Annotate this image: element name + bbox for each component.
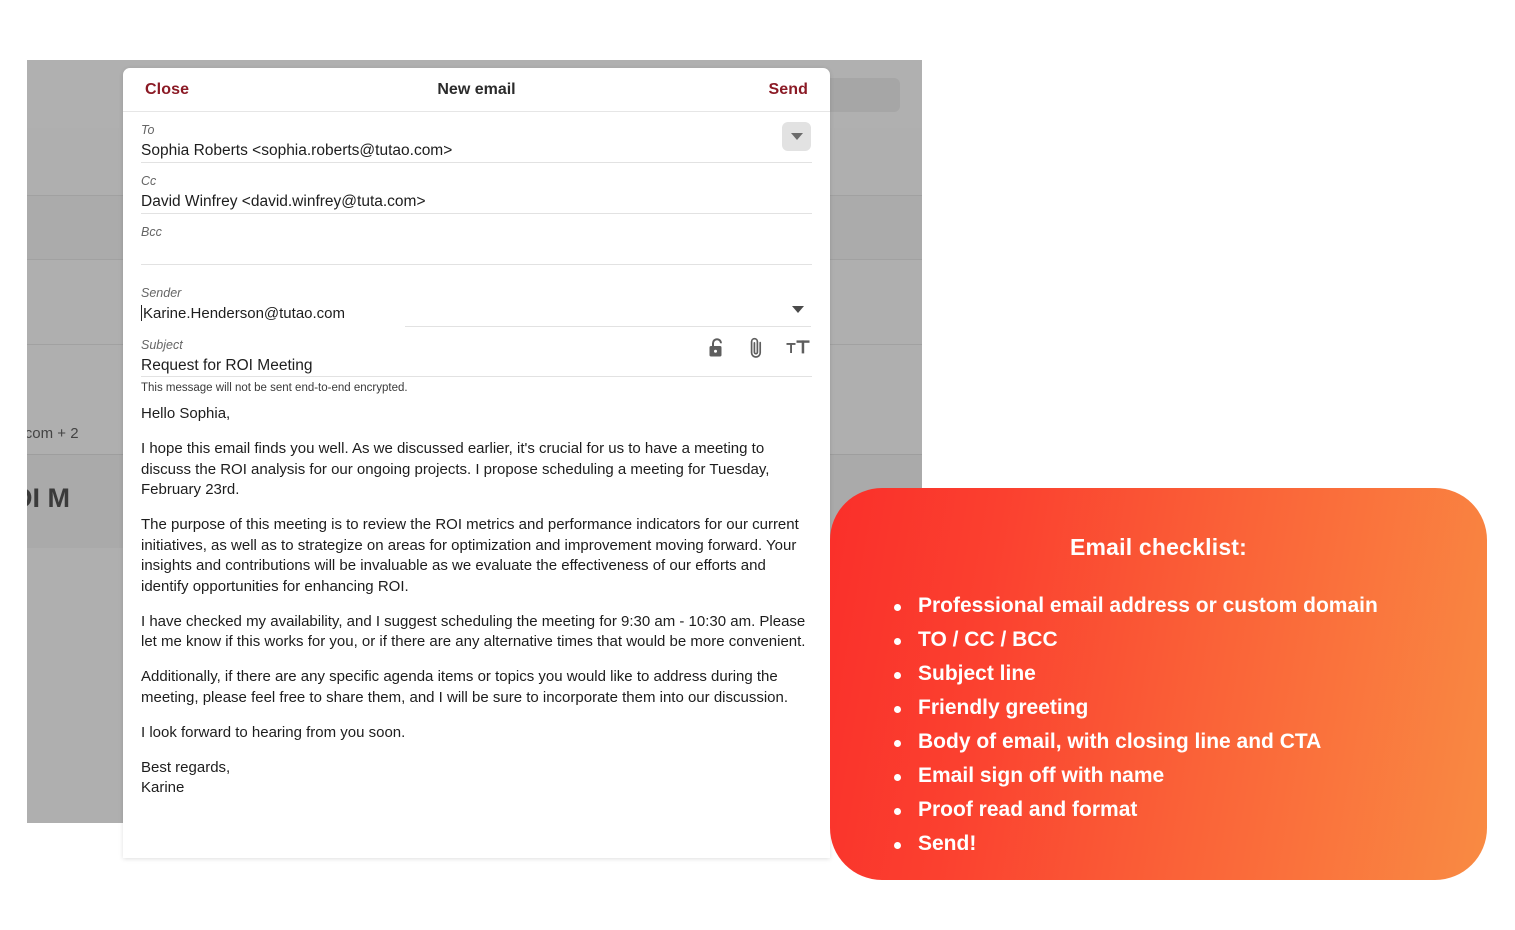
body-paragraph: Hello Sophia, <box>141 405 231 422</box>
dialog-title: New email <box>437 80 516 98</box>
body-paragraph: Additionally, if there are any specific … <box>141 668 789 706</box>
paperclip-icon[interactable] <box>747 336 766 360</box>
checklist-item: Subject line <box>894 657 1447 691</box>
sender-label: Sender <box>141 286 182 300</box>
text-caret <box>141 305 142 321</box>
compose-dialog: Close New email Send To Sophia Roberts <… <box>123 68 830 858</box>
signature: Best regards, Karine <box>141 758 812 799</box>
checklist-item: Proof read and format <box>894 793 1447 827</box>
cc-field[interactable]: Cc David Winfrey <david.winfrey@tuta.com… <box>141 163 812 214</box>
email-checklist-card: Email checklist: Professional email addr… <box>830 488 1487 880</box>
checklist-item: Friendly greeting <box>894 691 1447 725</box>
bcc-label: Bcc <box>141 225 162 239</box>
signature-line: Karine <box>141 779 185 796</box>
checklist-item: Professional email address or custom dom… <box>894 589 1447 623</box>
send-button[interactable]: Send <box>768 81 808 99</box>
chevron-down-icon <box>790 133 803 140</box>
to-expand-button[interactable] <box>782 122 811 151</box>
bcc-field[interactable]: Bcc <box>141 214 812 265</box>
font-size-icon[interactable] <box>786 338 810 358</box>
checklist-title: Email checklist: <box>1069 534 1248 560</box>
checklist-item: Body of email, with closing line and CTA <box>894 725 1447 759</box>
compose-toolbar <box>707 336 810 360</box>
sender-dropdown-icon[interactable] <box>792 306 804 313</box>
to-field[interactable]: To Sophia Roberts <sophia.roberts@tutao.… <box>141 112 812 163</box>
subject-field[interactable]: Subject Request for ROI Meeting <box>141 327 812 377</box>
body-paragraph: I hope this email finds you well. As we … <box>141 440 770 498</box>
sender-value: Karine.Henderson@tutao.com <box>143 305 346 322</box>
mail-body[interactable]: Hello Sophia, I hope this email finds yo… <box>123 404 830 799</box>
signature-line: Best regards, <box>141 758 231 776</box>
checklist-list: Professional email address or custom dom… <box>870 589 1447 861</box>
bcc-value[interactable] <box>141 240 812 271</box>
to-label: To <box>141 123 155 137</box>
close-button[interactable]: Close <box>145 81 189 99</box>
recipient-fields: To Sophia Roberts <sophia.roberts@tutao.… <box>123 112 830 404</box>
body-paragraph: I have checked my availability, and I su… <box>141 612 806 651</box>
compose-header: Close New email Send <box>123 68 830 112</box>
sender-field[interactable]: Sender Karine.Henderson@tutao.com <box>141 275 812 327</box>
screen: Search z ao.de erts@tutao.com + 2 t for … <box>0 0 1515 930</box>
checklist-item: Send! <box>894 827 1447 861</box>
cc-label: Cc <box>141 174 157 188</box>
checklist-item: Email sign off with name <box>894 759 1447 793</box>
body-paragraph: The purpose of this meeting is to review… <box>141 516 799 595</box>
body-paragraph: I look forward to hearing from you soon. <box>141 723 406 741</box>
unlocked-padlock-icon[interactable] <box>707 337 727 359</box>
checklist-item: TO / CC / BCC <box>894 623 1447 657</box>
